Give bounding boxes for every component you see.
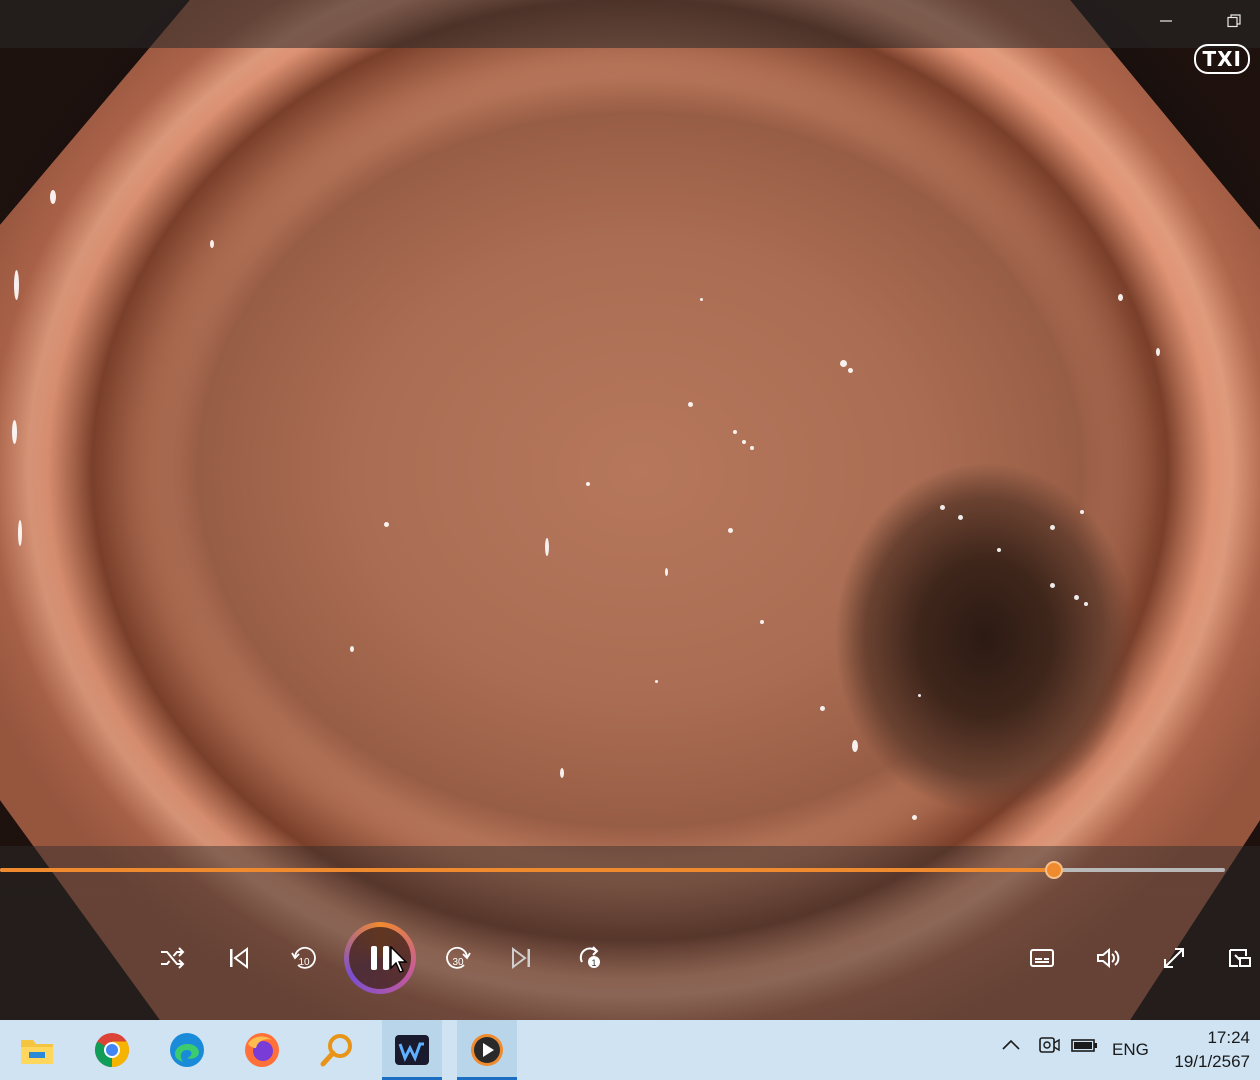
restore-button[interactable] bbox=[1216, 8, 1252, 40]
clock-date: 19/1/2567 bbox=[1174, 1052, 1250, 1071]
highlight-spot bbox=[940, 505, 945, 510]
search-app-icon bbox=[320, 1034, 352, 1067]
seek-thumb[interactable] bbox=[1044, 861, 1063, 879]
highlight-spot bbox=[918, 694, 921, 697]
chevron-up-icon bbox=[1002, 1039, 1020, 1050]
taskbar-firefox[interactable] bbox=[232, 1020, 292, 1080]
show-hidden-icons-button[interactable] bbox=[1000, 1034, 1022, 1061]
forward-seconds: 30 bbox=[452, 957, 464, 968]
highlight-spot bbox=[728, 528, 733, 533]
highlight-spot bbox=[586, 482, 590, 486]
highlight-spot bbox=[852, 740, 858, 752]
title-bar bbox=[0, 0, 1260, 48]
highlight-spot bbox=[733, 430, 737, 434]
taskbar-file-explorer[interactable] bbox=[7, 1020, 67, 1080]
forward-button[interactable]: 30 bbox=[438, 938, 478, 978]
next-track-icon bbox=[512, 947, 530, 969]
minimize-icon bbox=[1160, 20, 1172, 22]
highlight-spot bbox=[750, 446, 754, 450]
highlight-spot bbox=[958, 515, 963, 520]
highlight-spot bbox=[848, 368, 853, 373]
clock-time: 17:24 bbox=[1207, 1028, 1250, 1047]
rewind-button[interactable]: 10 bbox=[284, 938, 324, 978]
highlight-spot bbox=[12, 420, 17, 444]
highlight-spot bbox=[760, 620, 764, 624]
highlight-spot bbox=[1050, 525, 1055, 530]
highlight-spot bbox=[18, 520, 22, 546]
captions-icon bbox=[1030, 949, 1054, 967]
previous-track-icon bbox=[230, 947, 248, 969]
meeting-tray-button[interactable] bbox=[1037, 1034, 1061, 1061]
next-button[interactable] bbox=[502, 938, 542, 978]
mini-player-icon bbox=[1229, 949, 1251, 967]
taskbar-media-player[interactable] bbox=[457, 1020, 517, 1080]
forward-30-icon: 30 bbox=[446, 946, 471, 969]
rewind-seconds: 10 bbox=[298, 957, 310, 968]
highlight-spot bbox=[1156, 348, 1160, 356]
seek-bar[interactable] bbox=[0, 861, 1225, 879]
highlight-spot bbox=[700, 298, 703, 301]
repeat-count: 1 bbox=[591, 958, 596, 968]
highlight-spot bbox=[560, 768, 564, 778]
fullscreen-button[interactable] bbox=[1154, 938, 1194, 978]
rewind-10-icon: 10 bbox=[291, 946, 316, 969]
shuffle-icon bbox=[161, 947, 185, 969]
highlight-spot bbox=[1084, 602, 1088, 606]
taskbar: ENG 17:24 19/1/2567 bbox=[0, 1020, 1260, 1080]
highlight-spot bbox=[820, 706, 825, 711]
mouse-cursor bbox=[390, 946, 408, 973]
highlight-spot bbox=[1118, 294, 1123, 301]
mini-player-button[interactable] bbox=[1220, 938, 1260, 978]
taskbar-teams[interactable] bbox=[382, 1020, 442, 1080]
clock[interactable]: 17:24 19/1/2567 bbox=[1160, 1026, 1250, 1074]
txi-badge: TXI bbox=[1194, 44, 1250, 74]
media-player-icon bbox=[471, 1034, 503, 1066]
seek-progress bbox=[0, 868, 1054, 872]
screen: TXI 10 30 1 ENG 17:24 19/1/2567 bbox=[0, 0, 1260, 1080]
battery-button[interactable] bbox=[1070, 1034, 1098, 1061]
fullscreen-icon bbox=[1164, 948, 1184, 968]
highlight-spot bbox=[1050, 583, 1055, 588]
highlight-spot bbox=[384, 522, 389, 527]
highlight-spot bbox=[50, 190, 56, 204]
taskbar-edge[interactable] bbox=[157, 1020, 217, 1080]
highlight-spot bbox=[1074, 595, 1079, 600]
highlight-spot bbox=[912, 815, 917, 820]
volume-button[interactable] bbox=[1088, 938, 1128, 978]
restore-icon bbox=[1227, 14, 1241, 28]
repeat-one-icon: 1 bbox=[579, 946, 600, 968]
highlight-spot bbox=[688, 402, 693, 407]
highlight-spot bbox=[742, 440, 746, 444]
firefox-icon bbox=[245, 1033, 279, 1067]
minimize-button[interactable] bbox=[1148, 8, 1184, 40]
volume-icon bbox=[1097, 947, 1120, 969]
captions-button[interactable] bbox=[1022, 938, 1062, 978]
repeat-button[interactable]: 1 bbox=[570, 938, 610, 978]
taskbar-search-app[interactable] bbox=[307, 1020, 367, 1080]
previous-button[interactable] bbox=[218, 938, 258, 978]
highlight-spot bbox=[655, 680, 658, 683]
player-control-bar bbox=[0, 846, 1260, 1020]
battery-icon bbox=[1071, 1039, 1097, 1052]
highlight-spot bbox=[350, 646, 354, 652]
camera-icon bbox=[1039, 1037, 1060, 1053]
language-indicator[interactable]: ENG bbox=[1112, 1040, 1149, 1060]
highlight-spot bbox=[665, 568, 668, 576]
highlight-spot bbox=[14, 270, 19, 300]
file-explorer-icon bbox=[21, 1040, 53, 1064]
shuffle-button[interactable] bbox=[152, 938, 192, 978]
highlight-spot bbox=[210, 240, 214, 248]
highlight-spot bbox=[840, 360, 847, 367]
chrome-icon bbox=[95, 1033, 129, 1067]
teams-icon bbox=[395, 1035, 429, 1065]
highlight-spot bbox=[997, 548, 1001, 552]
taskbar-chrome[interactable] bbox=[82, 1020, 142, 1080]
edge-icon bbox=[170, 1033, 204, 1067]
highlight-spot bbox=[545, 538, 549, 556]
highlight-spot bbox=[1080, 510, 1084, 514]
